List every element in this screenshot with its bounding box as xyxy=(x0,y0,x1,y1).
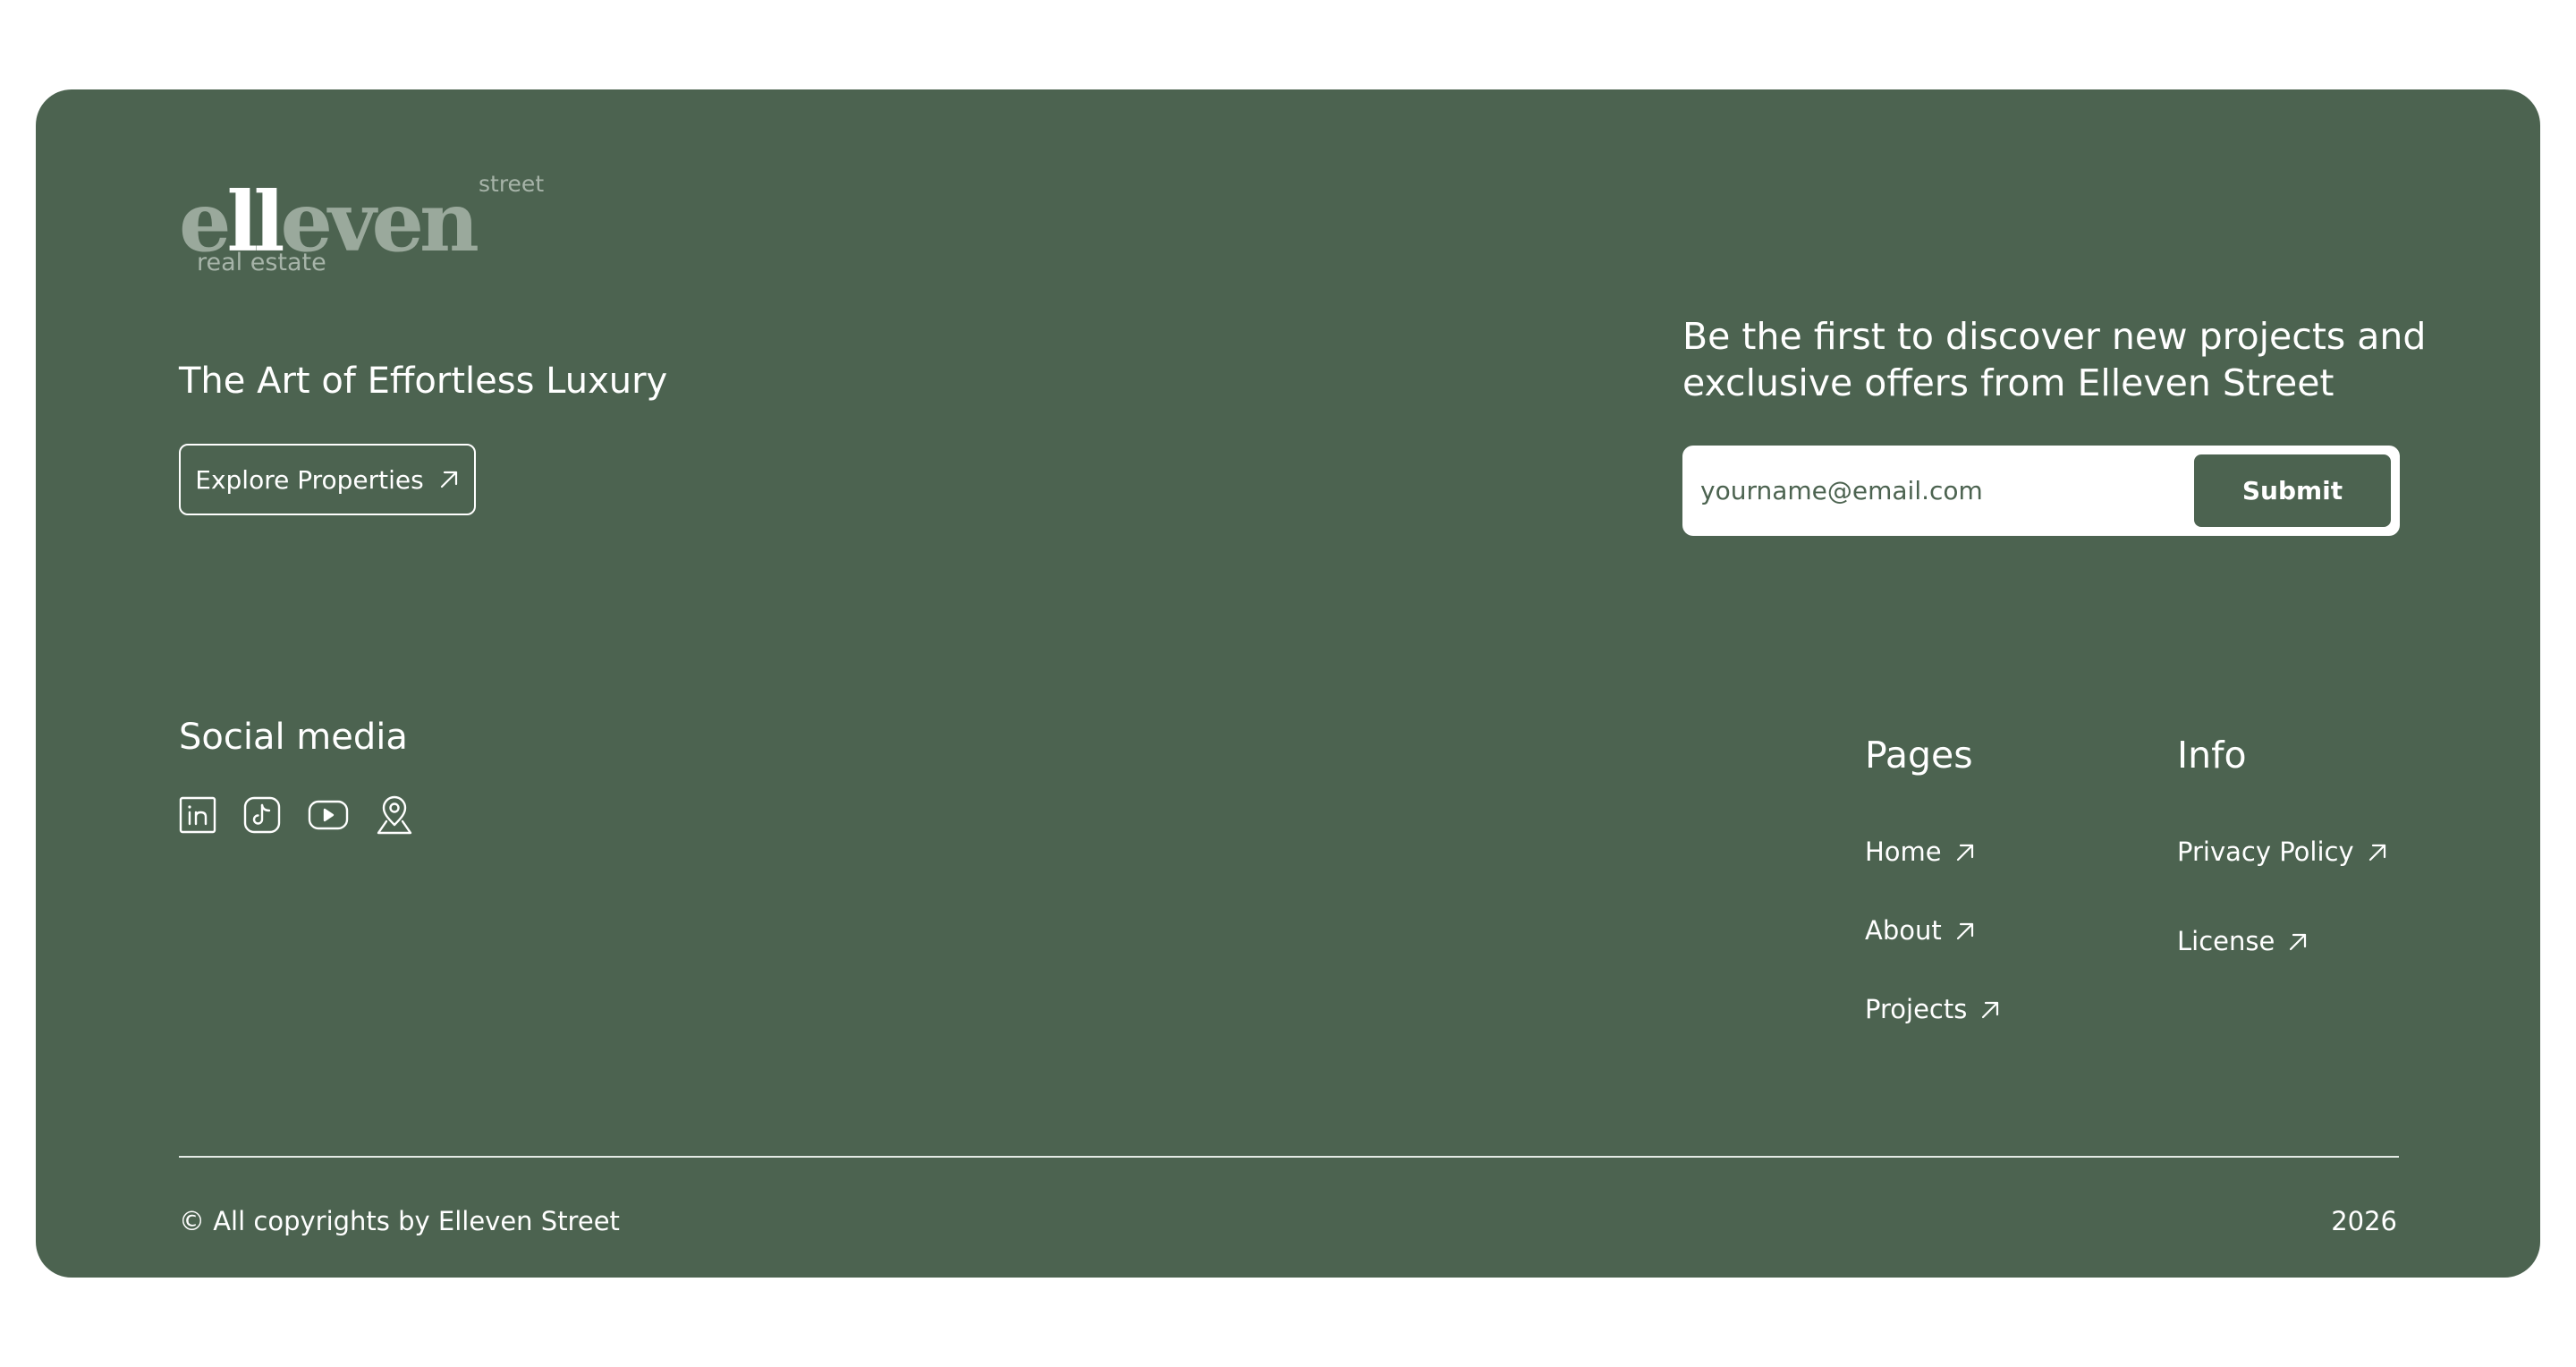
nav-link-label: Home xyxy=(1865,836,1942,867)
pages-title: Pages xyxy=(1865,734,1973,777)
arrow-up-right-icon xyxy=(2290,933,2307,950)
newsletter-form: Submit xyxy=(1682,446,2400,536)
newsletter-heading: Be the first to discover new projects an… xyxy=(1682,315,2427,404)
info-title: Info xyxy=(2177,734,2247,777)
explore-properties-button[interactable]: Explore Properties xyxy=(179,444,476,515)
nav-link-privacy-policy[interactable]: Privacy Policy xyxy=(2177,839,2388,865)
site-footer: elleven street real estate The Art of Ef… xyxy=(36,89,2540,1278)
arrow-up-right-icon xyxy=(2368,844,2385,861)
logo-subtitle: real estate xyxy=(197,249,326,276)
nav-link-label: About xyxy=(1865,915,1942,946)
nav-link-label: Privacy Policy xyxy=(2177,836,2354,867)
email-input[interactable] xyxy=(1682,446,2183,536)
social-media-title: Social media xyxy=(179,717,408,758)
linkedin-icon[interactable] xyxy=(179,796,216,834)
social-icons xyxy=(179,794,413,836)
arrow-up-right-icon xyxy=(440,471,457,488)
arrow-up-right-icon xyxy=(1982,1001,1999,1018)
copyright-year: 2026 xyxy=(2331,1206,2397,1236)
copyright-text: © All copyrights by Elleven Street xyxy=(179,1206,620,1236)
arrow-up-right-icon xyxy=(1956,844,1973,861)
arrow-up-right-icon xyxy=(1956,922,1973,939)
nav-link-license[interactable]: License xyxy=(2177,929,2309,955)
nav-link-projects[interactable]: Projects xyxy=(1865,997,2001,1023)
location-pin-icon[interactable] xyxy=(376,794,413,836)
nav-link-about[interactable]: About xyxy=(1865,918,1976,944)
brand-logo[interactable]: elleven street real estate xyxy=(179,170,544,286)
footer-divider xyxy=(179,1156,2399,1158)
tiktok-icon[interactable] xyxy=(243,796,281,834)
explore-properties-label: Explore Properties xyxy=(195,464,424,495)
submit-button[interactable]: Submit xyxy=(2194,454,2391,527)
youtube-icon[interactable] xyxy=(308,800,349,830)
logo-street: street xyxy=(479,171,545,197)
footer-tagline: The Art of Effortless Luxury xyxy=(179,361,668,402)
nav-link-label: Projects xyxy=(1865,994,1968,1024)
nav-link-home[interactable]: Home xyxy=(1865,839,1976,865)
nav-link-label: License xyxy=(2177,926,2275,956)
